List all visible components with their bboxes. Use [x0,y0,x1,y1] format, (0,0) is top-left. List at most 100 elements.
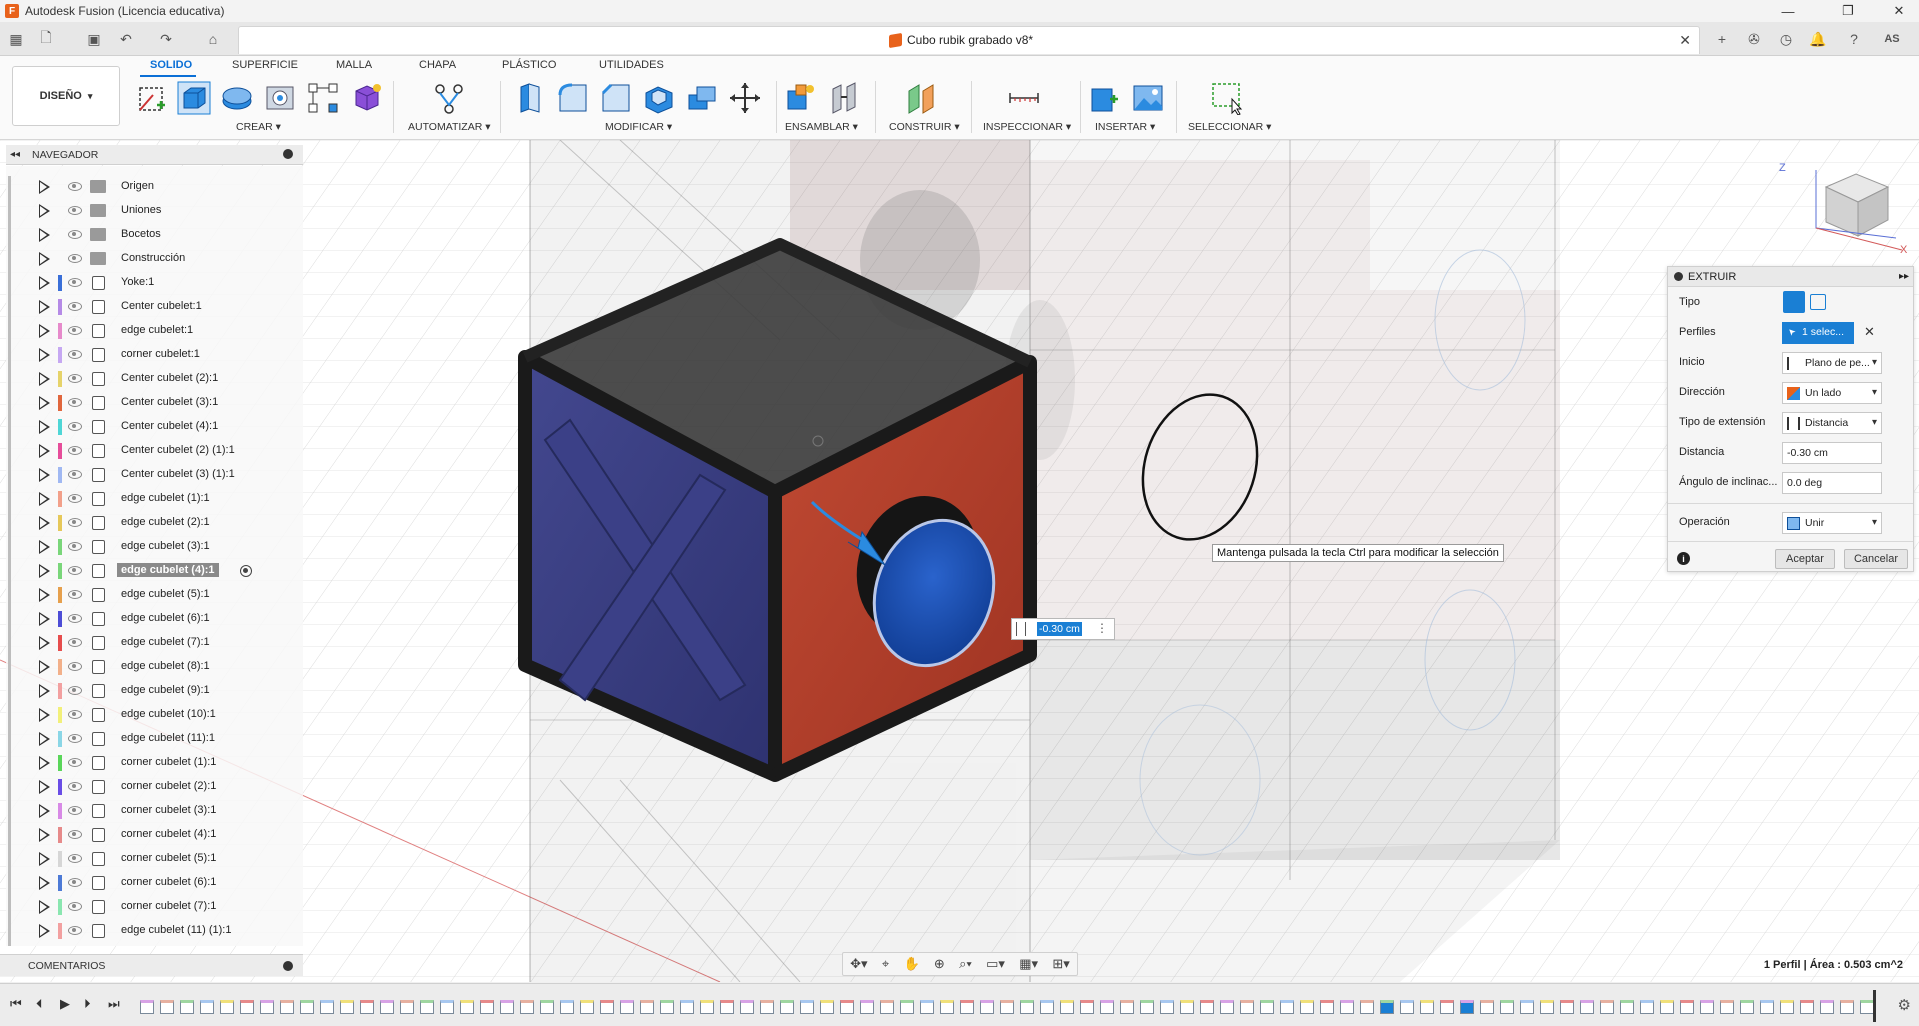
browser-item[interactable]: edge cubelet (8):1 [6,656,296,678]
display-settings-icon[interactable]: ▭▾ [986,956,1005,972]
visibility-eye-icon[interactable] [68,830,82,839]
browser-item[interactable]: Bocetos [6,224,296,246]
timeline-feature-icon[interactable] [440,1000,454,1014]
insert-canvas-icon[interactable] [1131,81,1165,115]
timeline-feature-icon[interactable] [1320,1000,1334,1014]
timeline-feature-icon[interactable] [1620,1000,1634,1014]
browser-item[interactable]: edge cubelet (2):1 [6,512,296,534]
timeline-feature-icon[interactable] [600,1000,614,1014]
timeline-feature-icon[interactable] [700,1000,714,1014]
browser-item[interactable]: edge cubelet (6):1 [6,608,296,630]
create-form-icon[interactable] [350,81,384,115]
timeline-feature-icon[interactable] [1380,1000,1394,1014]
tab-solido[interactable]: SOLIDO [150,59,192,71]
timeline-feature-icon[interactable] [680,1000,694,1014]
comments-panel-header[interactable]: COMENTARIOS [0,954,303,976]
extrude-type-thin-icon[interactable] [1810,294,1826,310]
fillet-icon[interactable] [556,81,590,115]
browser-item[interactable]: Center cubelet (2) (1):1 [6,440,296,462]
timeline-feature-icon[interactable] [520,1000,534,1014]
browser-scrollbar[interactable] [8,176,11,946]
visibility-eye-icon[interactable] [68,566,82,575]
tab-chapa[interactable]: CHAPA [419,59,456,71]
timeline-feature-icon[interactable] [1340,1000,1354,1014]
timeline-feature-icon[interactable] [880,1000,894,1014]
timeline-feature-icon[interactable] [1680,1000,1694,1014]
browser-item[interactable]: corner cubelet (2):1 [6,776,296,798]
visibility-eye-icon[interactable] [68,854,82,863]
extrude-type-solid-icon[interactable] [1783,291,1805,313]
group-modificar[interactable]: MODIFICAR ▾ [605,121,672,133]
profiles-selection-button[interactable]: 1 selec... [1782,322,1854,344]
visibility-eye-icon[interactable] [68,470,82,479]
timeline-feature-icon[interactable] [1480,1000,1494,1014]
timeline-feature-icon[interactable] [1200,1000,1214,1014]
operation-dropdown[interactable]: Unir [1782,512,1882,534]
timeline-feature-icon[interactable] [1600,1000,1614,1014]
measure-icon[interactable] [1007,81,1041,115]
timeline-feature-icon[interactable] [1820,1000,1834,1014]
distance-value-input[interactable]: -0.30 cm ⋮ [1011,618,1115,640]
visibility-eye-icon[interactable] [68,278,82,287]
timeline-feature-icon[interactable] [820,1000,834,1014]
browser-item[interactable]: Center cubelet:1 [6,296,296,318]
timeline-feature-icon[interactable] [580,1000,594,1014]
timeline-feature-icon[interactable] [1360,1000,1374,1014]
visibility-eye-icon[interactable] [68,326,82,335]
group-crear[interactable]: CREAR ▾ [236,121,281,133]
timeline-feature-icon[interactable] [1020,1000,1034,1014]
timeline-feature-icon[interactable] [1000,1000,1014,1014]
tab-plastico[interactable]: PLÁSTICO [502,59,556,71]
visibility-eye-icon[interactable] [68,614,82,623]
help-icon[interactable]: ? [1844,29,1864,49]
maximize-button[interactable]: ❐ [1828,0,1868,22]
timeline-feature-icon[interactable] [1720,1000,1734,1014]
timeline-feature-icon[interactable] [1280,1000,1294,1014]
distance-value-text[interactable]: -0.30 cm [1037,622,1082,636]
timeline-feature-icon[interactable] [1520,1000,1534,1014]
visibility-eye-icon[interactable] [68,734,82,743]
timeline-feature-icon[interactable] [460,1000,474,1014]
group-construir[interactable]: CONSTRUIR ▾ [889,121,960,133]
timeline-feature-icon[interactable] [1120,1000,1134,1014]
timeline-feature-icon[interactable] [260,1000,274,1014]
browser-item[interactable]: Yoke:1 [6,272,296,294]
browser-item[interactable]: corner cubelet:1 [6,344,296,366]
timeline-feature-icon[interactable] [1180,1000,1194,1014]
timeline-feature-icon[interactable] [1460,1000,1474,1014]
press-pull-icon[interactable] [513,81,547,115]
timeline-feature-icon[interactable] [180,1000,194,1014]
browser-item[interactable]: Construcción [6,248,296,270]
visibility-eye-icon[interactable] [68,230,82,239]
visibility-eye-icon[interactable] [68,422,82,431]
visibility-eye-icon[interactable] [68,806,82,815]
file-menu-icon[interactable]: 🗋 [36,29,56,49]
browser-item[interactable]: edge cubelet (3):1 [6,536,296,558]
visibility-eye-icon[interactable] [68,926,82,935]
timeline-feature-icon[interactable] [540,1000,554,1014]
browser-item[interactable]: edge cubelet (10):1 [6,704,296,726]
timeline-feature-icon[interactable] [280,1000,294,1014]
info-icon[interactable]: i [1677,552,1690,565]
grid-settings-icon[interactable]: ▦▾ [1019,956,1038,972]
timeline-feature-icon[interactable] [1060,1000,1074,1014]
timeline-feature-icon[interactable] [1160,1000,1174,1014]
timeline-feature-icon[interactable] [900,1000,914,1014]
user-avatar[interactable]: AS [1878,29,1906,49]
clear-selection-icon[interactable]: ✕ [1864,324,1875,340]
timeline-feature-icon[interactable] [320,1000,334,1014]
visibility-eye-icon[interactable] [68,878,82,887]
minimize-button[interactable]: — [1768,0,1808,22]
timeline-prev-icon[interactable]: ⏴ [36,996,43,1012]
shell-icon[interactable] [642,81,676,115]
browser-item[interactable]: corner cubelet (7):1 [6,896,296,918]
browser-item[interactable]: corner cubelet (3):1 [6,800,296,822]
timeline-feature-icon[interactable] [1100,1000,1114,1014]
comments-add-icon[interactable] [283,961,293,971]
timeline-feature-icon[interactable] [800,1000,814,1014]
home-icon[interactable]: ⌂ [203,29,223,49]
browser-options-icon[interactable] [283,149,293,159]
visibility-eye-icon[interactable] [68,302,82,311]
distance-input[interactable]: -0.30 cm [1782,442,1882,464]
browser-item[interactable]: Center cubelet (4):1 [6,416,296,438]
